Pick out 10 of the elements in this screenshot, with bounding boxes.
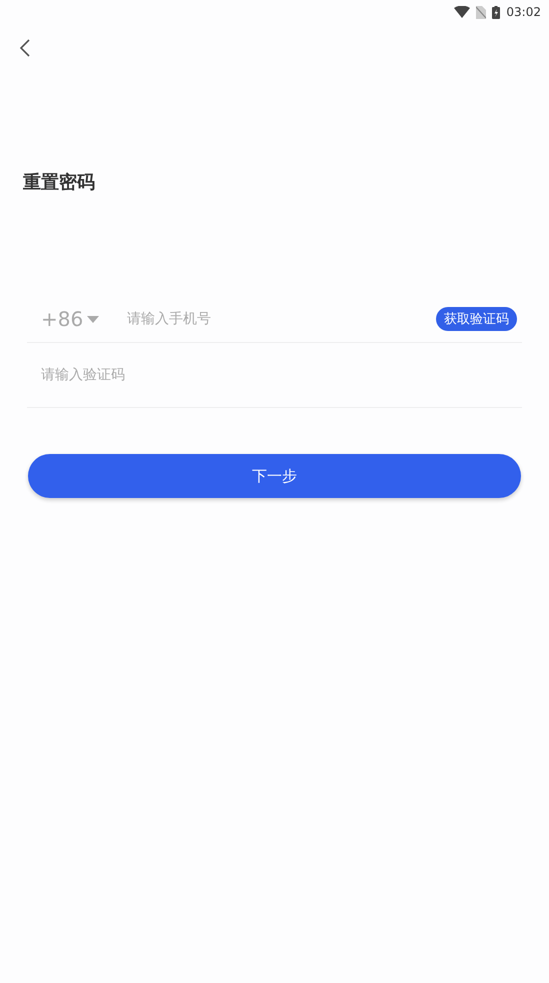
status-time: 03:02 [506,5,541,19]
no-sim-icon [476,6,486,18]
wifi-icon [454,6,470,18]
get-code-button[interactable]: 获取验证码 [436,307,517,331]
next-button[interactable]: 下一步 [28,454,521,498]
battery-icon [492,6,500,18]
back-icon[interactable] [18,38,32,58]
code-field[interactable]: 请输入验证码 [41,363,522,387]
page-title: 重置密码 [23,171,96,195]
phone-field[interactable]: 请输入手机号 [127,307,436,331]
